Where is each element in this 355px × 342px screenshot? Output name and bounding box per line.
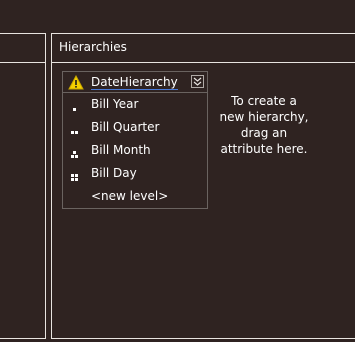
hierarchy-level[interactable]: Bill Month [63, 141, 207, 163]
hierarchies-pane-title: Hierarchies [59, 40, 127, 54]
level-2-dots-icon [70, 122, 80, 134]
hierarchy-level[interactable]: Bill Year [63, 95, 207, 117]
warning-icon [68, 74, 84, 90]
hierarchy-box[interactable]: DateHierarchy Bill Year Bill Quarter Bil… [62, 71, 208, 209]
level-label: Bill Month [91, 143, 151, 157]
instructions-line: To create a [231, 94, 297, 108]
level-4-dots-icon [70, 168, 80, 181]
attributes-pane [0, 33, 46, 339]
dimension-designer: Hierarchies DateHierarchy Bill Year Bill… [0, 0, 355, 342]
new-level-placeholder[interactable]: <new level> [91, 189, 168, 203]
level-1-dots-icon [70, 99, 80, 111]
level-3-dots-icon [70, 145, 80, 158]
instructions-line: new hierarchy, [219, 110, 309, 124]
double-chevron-down-icon[interactable] [191, 75, 204, 88]
hierarchies-pane-header-divider [52, 62, 355, 63]
level-label: Bill Year [91, 97, 139, 111]
attributes-pane-header-divider [0, 62, 45, 63]
hierarchy-level[interactable]: Bill Quarter [63, 118, 207, 140]
hierarchy-level[interactable]: Bill Day [63, 164, 207, 186]
hierarchy-name[interactable]: DateHierarchy [91, 75, 178, 90]
level-label: Bill Quarter [91, 120, 160, 134]
level-label: Bill Day [91, 166, 137, 180]
instructions-line: drag an [240, 126, 288, 140]
create-hierarchy-instructions: To create a new hierarchy, drag an attri… [214, 93, 314, 157]
instructions-line: attribute here. [220, 142, 308, 156]
hierarchies-pane[interactable]: Hierarchies DateHierarchy Bill Year Bill… [51, 33, 355, 339]
hierarchy-header[interactable]: DateHierarchy [63, 72, 207, 93]
